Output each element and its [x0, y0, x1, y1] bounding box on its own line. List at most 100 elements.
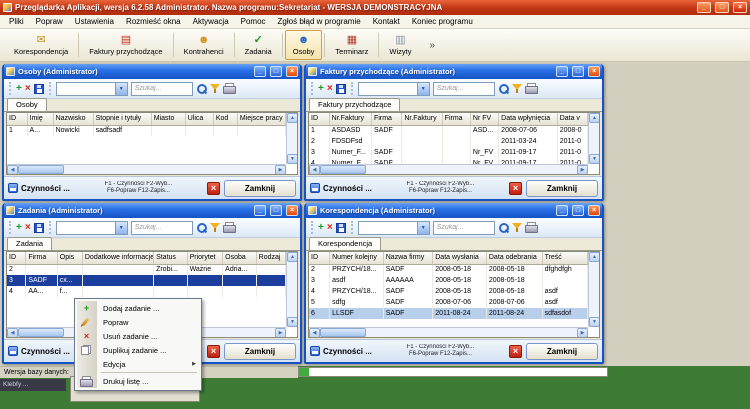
vertical-scrollbar[interactable]: ▲ ▼: [286, 113, 297, 164]
print-icon[interactable]: [222, 83, 236, 94]
close-window-button[interactable]: Zamknij: [526, 342, 598, 360]
column-header[interactable]: Firma: [442, 113, 471, 126]
scroll-up-icon[interactable]: ▲: [287, 252, 297, 262]
scroll-left-icon[interactable]: ◀: [7, 165, 18, 174]
table-row[interactable]: 5 sdfg SADF 2008-07-06 2008-07-06 asdf: [309, 297, 588, 308]
column-header[interactable]: Miejsce pracy: [237, 113, 286, 126]
column-header[interactable]: Ulica: [185, 113, 214, 126]
vertical-scrollbar[interactable]: ▲ ▼: [286, 252, 297, 327]
minimize-button[interactable]: _: [254, 66, 266, 77]
search-input[interactable]: [130, 220, 193, 235]
add-record-icon[interactable]: +: [318, 222, 324, 233]
field-combobox[interactable]: ▼: [55, 81, 128, 96]
table-row[interactable]: 2 FDSDFsd 2011-03-24 2011-0: [309, 136, 588, 147]
add-record-icon[interactable]: +: [16, 222, 22, 233]
scroll-down-icon[interactable]: ▼: [287, 154, 297, 164]
column-header[interactable]: Rodzaj: [256, 252, 286, 265]
column-header[interactable]: ID: [7, 252, 27, 265]
column-header[interactable]: ID: [309, 113, 330, 126]
scroll-down-icon[interactable]: ▼: [287, 317, 297, 327]
delete-record-icon[interactable]: ×: [25, 83, 31, 94]
table-row[interactable]: 3 asdf AAAAAA 2008-05-18 2008-05-18: [309, 275, 588, 286]
column-header[interactable]: Nr.Faktury: [401, 113, 443, 126]
tab[interactable]: Osoby: [7, 98, 47, 111]
filter-icon[interactable]: [209, 83, 220, 94]
actions-button[interactable]: Czynności ...: [8, 346, 70, 356]
add-record-icon[interactable]: +: [16, 83, 22, 94]
scroll-right-icon[interactable]: ▶: [577, 165, 588, 174]
delete-record-icon[interactable]: ×: [327, 222, 333, 233]
menu-item-rozmiesc-okna[interactable]: Rozmieść okna: [120, 17, 187, 26]
column-header[interactable]: Firma: [25, 252, 58, 265]
column-header[interactable]: Nr FV: [470, 113, 500, 126]
scroll-up-icon[interactable]: ▲: [287, 113, 297, 123]
toolbar-korespondencja[interactable]: ✉ Korespondencja: [6, 30, 76, 60]
menu-item-dodaj-zadanie[interactable]: + Dodaj zadanie ...: [76, 301, 200, 315]
child-titlebar[interactable]: Faktury przychodzące (Administrator) _ □…: [306, 64, 602, 79]
scroll-up-icon[interactable]: ▲: [589, 252, 599, 262]
minimize-button[interactable]: _: [556, 205, 568, 216]
toolbar-terminarz[interactable]: ▦ Terminarz: [327, 30, 376, 60]
column-header[interactable]: Kod: [213, 113, 238, 126]
column-header[interactable]: Data v: [557, 113, 588, 126]
close-record-icon[interactable]: ×: [207, 344, 220, 358]
table-row[interactable]: 3 SADF cx...: [7, 275, 286, 286]
data-grid[interactable]: ID Firma Opis Dodatkowe informacje Status Pri…: [7, 252, 286, 297]
scroll-up-icon[interactable]: ▲: [589, 113, 599, 123]
table-row[interactable]: 4 PRZYCH/18... SADF 2008-05-18 2008-05-18 asd…: [309, 286, 588, 297]
child-titlebar[interactable]: Korespondencja (Administrator) _ □ ×: [306, 203, 602, 218]
tab[interactable]: Korespondencja: [309, 237, 382, 250]
maximize-button[interactable]: □: [715, 2, 729, 13]
filter-icon[interactable]: [209, 222, 220, 233]
print-icon[interactable]: [524, 83, 538, 94]
scroll-thumb[interactable]: [18, 165, 64, 174]
close-window-button[interactable]: Zamknij: [224, 179, 296, 197]
scroll-down-icon[interactable]: ▼: [589, 154, 599, 164]
close-button[interactable]: ×: [286, 205, 298, 216]
toolbar-faktury-przychodzace[interactable]: ▤ Faktury przychodzące: [81, 30, 170, 60]
minimize-button[interactable]: _: [556, 66, 568, 77]
menu-item-zglos-blad[interactable]: Zgłoś błąd w programie: [272, 17, 367, 26]
print-icon[interactable]: [524, 222, 538, 233]
column-header[interactable]: Treść: [542, 252, 588, 265]
horizontal-scrollbar[interactable]: ◀ ▶: [309, 327, 588, 337]
maximize-button[interactable]: □: [572, 66, 584, 77]
tab[interactable]: Faktury przychodzące: [309, 98, 401, 111]
close-record-icon[interactable]: ×: [509, 344, 522, 358]
menu-item-edycja[interactable]: Edycja ▶: [76, 357, 200, 371]
column-header[interactable]: Dodatkowe informacje: [82, 252, 155, 265]
search-icon[interactable]: [498, 222, 509, 233]
menu-item-drukuj-liste[interactable]: Drukuj listę ...: [76, 374, 200, 388]
actions-button[interactable]: Czynności ...: [310, 183, 372, 193]
menu-item-aktywacja[interactable]: Aktywacja: [187, 17, 235, 26]
horizontal-scrollbar[interactable]: ◀ ▶: [7, 164, 286, 174]
scroll-thumb[interactable]: [320, 165, 366, 174]
column-header[interactable]: Opis: [57, 252, 83, 265]
column-header[interactable]: Imię: [27, 113, 54, 126]
tab[interactable]: Zadania: [7, 237, 53, 250]
app-titlebar[interactable]: Przeglądarka Aplikacji, wersja 6.2.58 Ad…: [0, 0, 750, 15]
print-icon[interactable]: [222, 222, 236, 233]
data-grid[interactable]: ID Imię Nazwisko Stopnie i tytuły Miasto Ulic…: [7, 113, 286, 136]
scroll-right-icon[interactable]: ▶: [577, 328, 588, 337]
maximize-button[interactable]: □: [270, 205, 282, 216]
toolbar-zadania[interactable]: ✓ Zadania: [237, 30, 280, 60]
save-icon[interactable]: [33, 83, 44, 94]
menu-item-popraw[interactable]: Popraw: [76, 315, 200, 329]
menu-item-popraw[interactable]: Popraw: [30, 17, 69, 26]
toolbar-wizyty[interactable]: ▥ Wizyty: [381, 30, 419, 60]
menu-item-koniec-programu[interactable]: Koniec programu: [406, 17, 479, 26]
column-header[interactable]: Data odebrania: [486, 252, 543, 265]
column-header[interactable]: Status: [153, 252, 188, 265]
vertical-scrollbar[interactable]: ▲ ▼: [588, 113, 599, 164]
column-header[interactable]: Nazwa firmy: [383, 252, 434, 265]
save-icon[interactable]: [33, 222, 44, 233]
close-button[interactable]: ×: [286, 66, 298, 77]
close-button[interactable]: ×: [588, 205, 600, 216]
scroll-thumb[interactable]: [320, 328, 366, 337]
table-row[interactable]: 3 Numer_F... SADF Nr_FV 2011-09-17 2011-0: [309, 147, 588, 158]
close-button[interactable]: ×: [733, 2, 747, 13]
column-header[interactable]: Nr.Faktury: [329, 113, 373, 126]
table-row[interactable]: 4 AA... f...: [7, 286, 286, 297]
filter-icon[interactable]: [511, 83, 522, 94]
